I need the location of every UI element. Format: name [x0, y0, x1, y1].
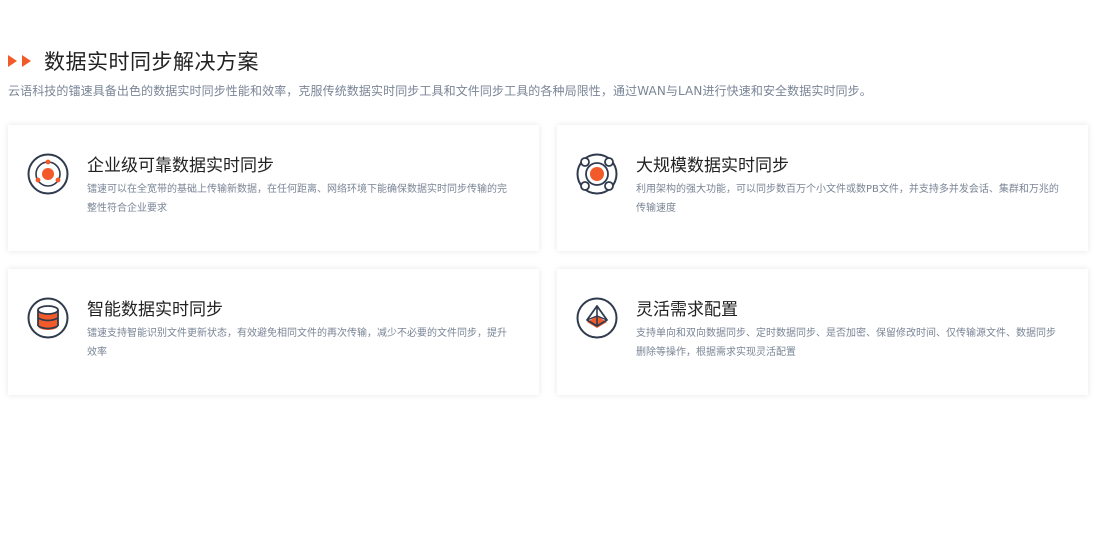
card-desc: 支持单向和双向数据同步、定时数据同步、是否加密、保留修改时间、仅传输源文件、数据…	[636, 328, 1056, 358]
network-nodes-icon	[575, 152, 619, 196]
title-row: 数据实时同步解决方案	[8, 44, 1098, 78]
double-arrow-icon	[8, 55, 36, 67]
pyramid-layers-icon	[575, 296, 619, 340]
feature-card-smart: 智能数据实时同步 镭速支持智能识别文件更新状态，有效避免相同文件的再次传输，减少…	[8, 269, 539, 395]
feature-card-reliable: 企业级可靠数据实时同步 镭速可以在全宽带的基础上传输新数据，在任何距离、网络环境…	[8, 125, 539, 251]
section-header: 数据实时同步解决方案 云语科技的镭速具备出色的数据实时同步性能和效率，克服传统数…	[8, 44, 1098, 99]
card-desc: 镭速可以在全宽带的基础上传输新数据，在任何距离、网络环境下能确保数据实时同步传输…	[87, 184, 507, 214]
card-title: 大规模数据实时同步	[636, 156, 789, 176]
card-desc: 镭速支持智能识别文件更新状态，有效避免相同文件的再次传输，减少不必要的文件同步，…	[87, 328, 507, 358]
database-icon	[26, 296, 70, 340]
feature-card-flexible: 灵活需求配置 支持单向和双向数据同步、定时数据同步、是否加密、保留修改时间、仅传…	[557, 269, 1088, 395]
feature-card-large-scale: 大规模数据实时同步 利用架构的强大功能，可以同步数百万个小文件或数PB文件，并支…	[557, 125, 1088, 251]
page-title: 数据实时同步解决方案	[44, 50, 259, 74]
page-subtitle: 云语科技的镭速具备出色的数据实时同步性能和效率，克服传统数据实时同步工具和文件同…	[8, 84, 872, 98]
card-title: 企业级可靠数据实时同步	[87, 156, 274, 176]
card-title: 智能数据实时同步	[87, 300, 223, 320]
target-orbit-icon	[26, 152, 70, 196]
card-title: 灵活需求配置	[636, 300, 738, 320]
card-desc: 利用架构的强大功能，可以同步数百万个小文件或数PB文件，并支持多并发会话、集群和…	[636, 184, 1059, 214]
